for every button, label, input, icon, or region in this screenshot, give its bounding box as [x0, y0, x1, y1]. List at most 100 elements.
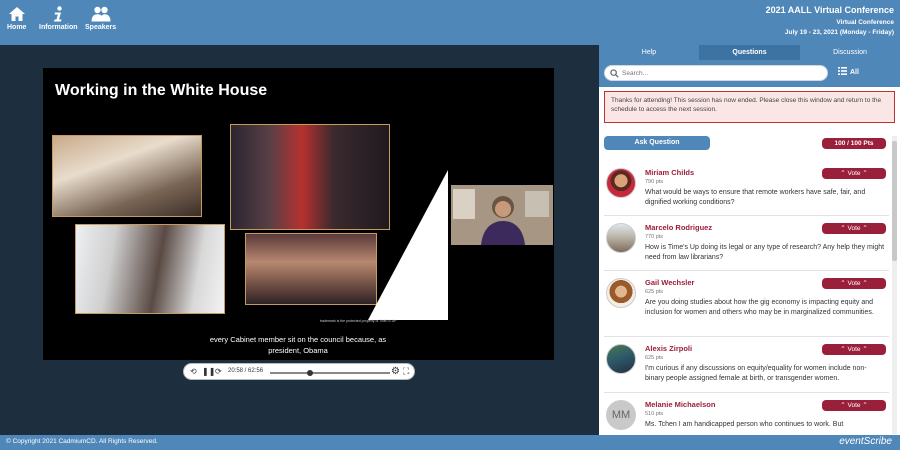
video-player[interactable]: Working in the White House trademark is …: [43, 68, 554, 360]
conference-info: 2021 AALL Virtual Conference Virtual Con…: [766, 5, 894, 36]
vote-button[interactable]: ⌃ Vote ⌃: [822, 278, 886, 289]
divider: [604, 336, 889, 337]
brand-logo: eventScribe: [839, 436, 892, 447]
chevron-up-icon: ⌃: [862, 346, 868, 353]
search-icon: [610, 69, 619, 78]
question-text: Ms. Tchen I am handicapped person who co…: [645, 421, 844, 428]
tab-help[interactable]: Help: [599, 45, 699, 60]
question-text: What would be ways to ensure that remote…: [645, 189, 866, 206]
avatar: [606, 344, 636, 374]
asker-points: 625 pts: [645, 355, 664, 361]
panel-tabs: Help Questions Discussion: [599, 45, 900, 60]
progress-knob[interactable]: [306, 370, 313, 376]
divider: [604, 215, 889, 216]
avatar: [606, 278, 636, 308]
info-icon: [54, 6, 62, 22]
vote-button[interactable]: ⌃ Vote ⌃: [822, 344, 886, 355]
scrollbar[interactable]: [892, 136, 897, 434]
ask-question-button[interactable]: Ask Question: [604, 136, 710, 150]
vote-label: Vote: [847, 346, 861, 353]
pause-icon[interactable]: ❚❚: [202, 367, 215, 376]
slide-photo: [245, 233, 377, 305]
presentation-slide: Working in the White House trademark is …: [48, 75, 448, 328]
slide-photo: [75, 224, 225, 314]
chevron-up-icon: ⌃: [862, 280, 868, 287]
nav-home[interactable]: Home: [7, 6, 26, 31]
question-text: I'm curious if any discussions on equity…: [645, 365, 867, 382]
filter-label: All: [850, 69, 859, 76]
session-ended-notice: Thanks for attending! This session has n…: [604, 91, 895, 123]
asker-name: Miriam Childs: [645, 168, 695, 177]
asker-name: Gail Wechsler: [645, 278, 695, 287]
nav-label: Information: [39, 24, 78, 31]
list-icon: [838, 67, 847, 75]
scrollbar-thumb[interactable]: [892, 141, 897, 261]
top-bar: Home Information Speakers 2021 AALL Virt…: [0, 0, 900, 45]
vote-label: Vote: [847, 402, 861, 409]
nav-information[interactable]: Information: [39, 6, 78, 31]
slide-title: Working in the White House: [55, 82, 268, 99]
vote-button[interactable]: ⌃ Vote ⌃: [822, 400, 886, 411]
chevron-up-icon: ⌃: [840, 402, 846, 409]
asker-points: 510 pts: [645, 411, 664, 417]
home-icon: [8, 7, 25, 21]
slide-credit: trademark is the protected property of T…: [320, 319, 397, 323]
conference-title: 2021 AALL Virtual Conference: [765, 5, 894, 15]
chevron-up-icon: ⌃: [862, 225, 868, 232]
nav-speakers[interactable]: Speakers: [85, 6, 116, 31]
chevron-up-icon: ⌃: [840, 346, 846, 353]
nav-label: Speakers: [85, 24, 117, 31]
filter-button[interactable]: All: [838, 67, 859, 76]
chevron-up-icon: ⌃: [840, 280, 846, 287]
points-badge: 100 / 100 Pts: [822, 138, 886, 149]
conference-subtitle: Virtual Conference: [836, 19, 894, 26]
nav-label: Home: [7, 24, 27, 31]
asker-name: Melanie Michaelson: [645, 400, 716, 409]
session-panel: Help Questions Discussion All Thanks for…: [599, 45, 900, 435]
rewind-icon[interactable]: ⟲: [190, 367, 197, 376]
footer: © Copyright 2021 CadmiumCD. All Rights R…: [0, 435, 900, 450]
divider: [604, 270, 889, 271]
forward-icon[interactable]: ⟳: [215, 367, 222, 376]
asker-name: Alexis Zirpoli: [645, 344, 693, 353]
vote-label: Vote: [847, 280, 861, 287]
vote-label: Vote: [847, 225, 861, 232]
search-bar: All: [599, 60, 900, 87]
vote-label: Vote: [847, 170, 861, 177]
duration: 62:56: [248, 368, 264, 374]
question-text: How is Time's Up doing its legal or any …: [645, 244, 885, 261]
progress-track[interactable]: [270, 370, 390, 376]
video-stage: Working in the White House trademark is …: [0, 45, 599, 435]
chevron-up-icon: ⌃: [840, 170, 846, 177]
chevron-up-icon: ⌃: [840, 225, 846, 232]
asker-points: 790 pts: [645, 179, 664, 185]
vote-button[interactable]: ⌃ Vote ⌃: [822, 168, 886, 179]
tab-questions[interactable]: Questions: [699, 45, 800, 60]
vote-button[interactable]: ⌃ Vote ⌃: [822, 223, 886, 234]
avatar-initials: MM: [606, 400, 636, 430]
current-time: 20:58: [228, 368, 244, 374]
tab-discussion[interactable]: Discussion: [800, 45, 900, 60]
speakers-icon: [91, 6, 111, 22]
slide-photo: [52, 135, 202, 217]
settings-icon[interactable]: ⚙: [391, 366, 400, 377]
speaker-silhouette: [451, 185, 553, 245]
avatar: [606, 168, 636, 198]
playback-controls: ⟲ ❚❚ ⟳ 20:58 / 62:56 ⚙ ⛶: [183, 363, 415, 380]
asker-name: Marcelo Rodriguez: [645, 223, 713, 232]
search-input[interactable]: [622, 68, 822, 79]
chevron-up-icon: ⌃: [862, 402, 868, 409]
avatar-initials-text: MM: [611, 409, 631, 421]
slide-decoration: [368, 170, 448, 320]
conference-dates: July 19 - 23, 2021 (Monday - Friday): [784, 29, 894, 36]
chevron-up-icon: ⌃: [862, 170, 868, 177]
copyright: © Copyright 2021 CadmiumCD. All Rights R…: [6, 438, 158, 445]
speaker-webcam: [451, 185, 553, 245]
asker-points: 770 pts: [645, 234, 664, 240]
asker-points: 625 pts: [645, 289, 664, 295]
video-caption: every Cabinet member sit on the council …: [193, 332, 403, 359]
divider: [604, 392, 889, 393]
fullscreen-icon[interactable]: ⛶: [403, 366, 409, 377]
slide-photo: [230, 124, 390, 230]
search-box[interactable]: [604, 65, 828, 81]
